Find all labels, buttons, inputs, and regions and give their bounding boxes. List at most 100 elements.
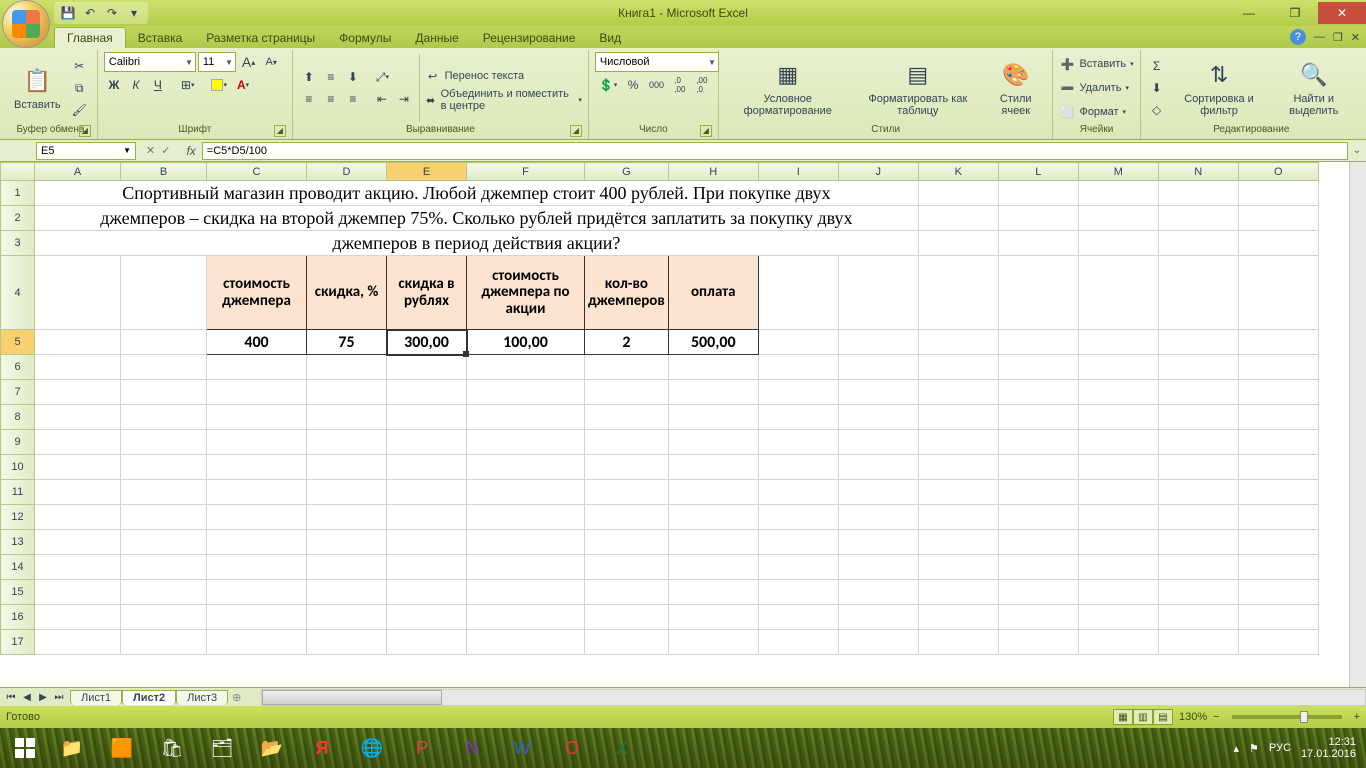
row-header-6[interactable]: 6: [1, 355, 35, 380]
cell[interactable]: [918, 206, 998, 231]
table-header-5[interactable]: оплата: [668, 256, 758, 330]
cell[interactable]: [121, 355, 207, 380]
format-as-table-button[interactable]: ▤Форматировать как таблицу: [854, 52, 982, 124]
cell[interactable]: [35, 630, 121, 655]
cell[interactable]: [387, 455, 467, 480]
cell[interactable]: [35, 580, 121, 605]
row-header-12[interactable]: 12: [1, 505, 35, 530]
row-header-11[interactable]: 11: [1, 480, 35, 505]
cell[interactable]: [585, 355, 669, 380]
cell[interactable]: [1238, 580, 1318, 605]
cell[interactable]: [918, 555, 998, 580]
cell[interactable]: [918, 530, 998, 555]
cell[interactable]: [668, 430, 758, 455]
vertical-scrollbar[interactable]: [1349, 162, 1366, 687]
column-header-C[interactable]: C: [207, 163, 307, 181]
cell[interactable]: [585, 430, 669, 455]
cell[interactable]: [207, 380, 307, 405]
cell[interactable]: [1238, 380, 1318, 405]
delete-cells-button[interactable]: ➖Удалить▾: [1059, 77, 1133, 99]
cell[interactable]: [467, 555, 585, 580]
sheet-tab-Лист1[interactable]: Лист1: [70, 690, 122, 705]
taskbar-app-excel[interactable]: X: [598, 731, 646, 765]
column-header-H[interactable]: H: [668, 163, 758, 181]
row-header-1[interactable]: 1: [1, 181, 35, 206]
cell[interactable]: [1158, 505, 1238, 530]
cell[interactable]: [918, 181, 998, 206]
cell[interactable]: [35, 480, 121, 505]
sheet-tab-Лист3[interactable]: Лист3: [176, 690, 228, 705]
cell[interactable]: [207, 530, 307, 555]
cell[interactable]: [838, 355, 918, 380]
cell[interactable]: [1078, 605, 1158, 630]
row-header-14[interactable]: 14: [1, 555, 35, 580]
cell[interactable]: [121, 530, 207, 555]
cell[interactable]: [307, 405, 387, 430]
align-center-button[interactable]: ≡: [321, 89, 341, 109]
cell[interactable]: [1158, 181, 1238, 206]
cell[interactable]: [1238, 505, 1318, 530]
cell[interactable]: [121, 455, 207, 480]
taskbar-app-opera[interactable]: O: [548, 731, 596, 765]
tab-home[interactable]: Главная: [54, 27, 126, 48]
tab-page-layout[interactable]: Разметка страницы: [194, 28, 327, 48]
view-page-break-button[interactable]: ▤: [1153, 709, 1173, 725]
paste-button[interactable]: 📋 Вставить: [10, 52, 65, 124]
cell[interactable]: [918, 455, 998, 480]
cell[interactable]: [918, 505, 998, 530]
table-value-5[interactable]: 500,00: [668, 330, 758, 355]
cell[interactable]: [918, 355, 998, 380]
cell[interactable]: [668, 505, 758, 530]
cell[interactable]: [121, 430, 207, 455]
cell[interactable]: [307, 505, 387, 530]
cell[interactable]: [387, 580, 467, 605]
cell[interactable]: [1158, 380, 1238, 405]
cell[interactable]: [998, 380, 1078, 405]
cell[interactable]: [585, 530, 669, 555]
cell[interactable]: [668, 380, 758, 405]
formula-input[interactable]: =C5*D5/100: [202, 142, 1348, 160]
cell[interactable]: [918, 231, 998, 256]
cell[interactable]: [585, 380, 669, 405]
cell[interactable]: [1238, 530, 1318, 555]
cell[interactable]: [758, 355, 838, 380]
format-painter-button[interactable]: 🖌: [68, 100, 91, 120]
copy-button[interactable]: ⧉: [68, 78, 91, 98]
taskbar-app-2[interactable]: 🟧: [98, 731, 146, 765]
cell[interactable]: [1238, 231, 1318, 256]
table-value-3[interactable]: 100,00: [467, 330, 585, 355]
wrap-text-button[interactable]: ↩Перенос текста: [425, 65, 582, 87]
cell[interactable]: [758, 580, 838, 605]
cell[interactable]: [387, 480, 467, 505]
grow-font-button[interactable]: A▴: [238, 52, 259, 72]
decrease-decimal-button[interactable]: ,00,0: [692, 75, 712, 95]
cell[interactable]: [207, 630, 307, 655]
cell[interactable]: [998, 555, 1078, 580]
cell[interactable]: [35, 355, 121, 380]
cell[interactable]: [998, 256, 1078, 330]
cell[interactable]: [1238, 430, 1318, 455]
font-color-button[interactable]: A▾: [233, 75, 253, 95]
maximize-button[interactable]: ❐: [1272, 2, 1318, 24]
number-format-combo[interactable]: Числовой▼: [595, 52, 719, 72]
cell[interactable]: [998, 330, 1078, 355]
row-header-9[interactable]: 9: [1, 430, 35, 455]
cell[interactable]: [467, 530, 585, 555]
cell[interactable]: [1078, 380, 1158, 405]
zoom-in-button[interactable]: +: [1354, 711, 1360, 723]
cell[interactable]: [207, 405, 307, 430]
cell[interactable]: [1078, 231, 1158, 256]
column-header-K[interactable]: K: [918, 163, 998, 181]
cell[interactable]: [758, 330, 838, 355]
cell[interactable]: [838, 430, 918, 455]
column-header-O[interactable]: O: [1238, 163, 1318, 181]
cell[interactable]: [1158, 256, 1238, 330]
cell[interactable]: [998, 206, 1078, 231]
comma-format-button[interactable]: 000: [645, 75, 668, 95]
cell[interactable]: [307, 355, 387, 380]
cell[interactable]: [585, 505, 669, 530]
cell[interactable]: [467, 605, 585, 630]
cell[interactable]: [758, 605, 838, 630]
cell[interactable]: [35, 256, 121, 330]
table-header-4[interactable]: кол-во джемперов: [585, 256, 669, 330]
